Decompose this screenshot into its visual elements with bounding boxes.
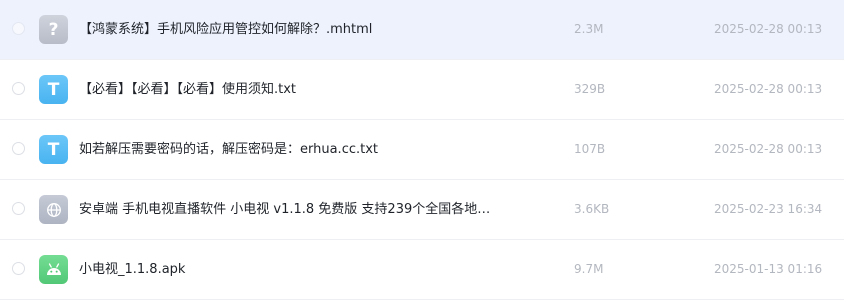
file-name[interactable]: 【鸿蒙系统】手机风险应用管控如何解除？.mhtml (79, 0, 499, 59)
text-file-icon: T (39, 75, 68, 104)
file-date: 2025-01-13 01:16 (714, 262, 823, 276)
file-size: 9.7M (574, 262, 604, 276)
file-name[interactable]: 【必看】【必看】【必看】使用须知.txt (79, 60, 499, 119)
row-checkbox[interactable] (12, 142, 25, 155)
file-row[interactable]: T 【必看】【必看】【必看】使用须知.txt 329B 2025-02-28 0… (0, 60, 844, 120)
globe-file-icon (39, 195, 68, 224)
file-date: 2025-02-28 00:13 (714, 22, 823, 36)
row-checkbox[interactable] (12, 202, 25, 215)
file-size: 3.6KB (574, 202, 610, 216)
text-file-icon: T (39, 135, 68, 164)
file-list: ? 【鸿蒙系统】手机风险应用管控如何解除？.mhtml 2.3M 2025-02… (0, 0, 844, 300)
file-row[interactable]: 小电视_1.1.8.apk 9.7M 2025-01-13 01:16 (0, 240, 844, 300)
row-checkbox[interactable] (12, 82, 25, 95)
file-name[interactable]: 小电视_1.1.8.apk (79, 240, 499, 299)
file-date: 2025-02-28 00:13 (714, 142, 823, 156)
file-row[interactable]: 安卓端 手机电视直播软件 小电视 v1.1.8 免费版 支持239个全国各地区电… (0, 180, 844, 240)
android-apk-icon (39, 255, 68, 284)
row-checkbox[interactable] (12, 262, 25, 275)
file-date: 2025-02-23 16:34 (714, 202, 823, 216)
file-name[interactable]: 安卓端 手机电视直播软件 小电视 v1.1.8 免费版 支持239个全国各地区电… (79, 180, 499, 239)
file-date: 2025-02-28 00:13 (714, 82, 823, 96)
question-file-icon: ? (39, 15, 68, 44)
file-size: 2.3M (574, 22, 604, 36)
file-row[interactable]: ? 【鸿蒙系统】手机风险应用管控如何解除？.mhtml 2.3M 2025-02… (0, 0, 844, 60)
file-size: 329B (574, 82, 606, 96)
file-size: 107B (574, 142, 606, 156)
file-name[interactable]: 如若解压需要密码的话，解压密码是：erhua.cc.txt (79, 120, 499, 179)
file-row[interactable]: T 如若解压需要密码的话，解压密码是：erhua.cc.txt 107B 202… (0, 120, 844, 180)
row-checkbox[interactable] (12, 22, 25, 35)
